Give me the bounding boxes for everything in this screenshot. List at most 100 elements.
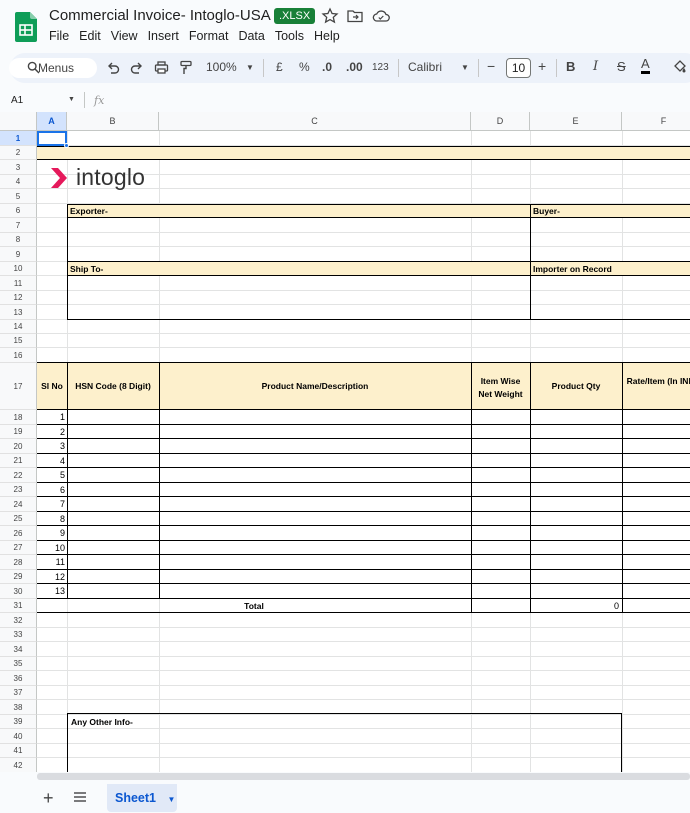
text-color-button[interactable]: A <box>641 57 650 74</box>
row-header[interactable]: 24 <box>0 497 37 512</box>
column-header-f[interactable]: F <box>622 112 690 131</box>
star-icon[interactable] <box>321 7 339 25</box>
row-header[interactable]: 9 <box>0 247 37 262</box>
font-dropdown-icon[interactable]: ▼ <box>461 63 469 72</box>
row-header[interactable]: 16 <box>0 348 37 363</box>
menu-help[interactable]: Help <box>314 29 340 43</box>
italic-button[interactable]: I <box>593 59 598 74</box>
serial-number-cell[interactable]: 5 <box>37 470 65 480</box>
row-header[interactable]: 25 <box>0 512 37 526</box>
add-sheet-button[interactable]: + <box>43 788 54 809</box>
document-title[interactable]: Commercial Invoice- Intoglo-USA <box>49 7 271 24</box>
row-header[interactable]: 6 <box>0 204 37 218</box>
fill-color-icon[interactable] <box>672 59 687 75</box>
other-info-box[interactable] <box>67 713 622 772</box>
menu-data[interactable]: Data <box>238 29 264 43</box>
row-header[interactable]: 36 <box>0 671 37 686</box>
column-header-d[interactable]: D <box>471 112 530 131</box>
serial-number-cell[interactable]: 7 <box>37 499 65 509</box>
paint-format-icon[interactable] <box>179 60 193 75</box>
row-header[interactable]: 33 <box>0 628 37 642</box>
row-header[interactable]: 34 <box>0 642 37 657</box>
serial-number-cell[interactable]: 6 <box>37 485 65 495</box>
menu-tools[interactable]: Tools <box>275 29 304 43</box>
name-box-dropdown-icon[interactable]: ▼ <box>68 96 75 103</box>
row-header[interactable]: 27 <box>0 541 37 555</box>
serial-number-cell[interactable]: 11 <box>37 557 65 567</box>
all-sheets-icon[interactable] <box>73 791 87 803</box>
move-to-folder-icon[interactable] <box>346 7 364 25</box>
menu-edit[interactable]: Edit <box>79 29 101 43</box>
select-all-corner[interactable] <box>0 112 37 131</box>
zoom-select[interactable]: 100% <box>206 60 237 74</box>
serial-number-cell[interactable]: 10 <box>37 543 65 553</box>
serial-number-cell[interactable]: 4 <box>37 456 65 466</box>
row-header[interactable]: 5 <box>0 189 37 204</box>
row-header[interactable]: 4 <box>0 175 37 189</box>
serial-number-cell[interactable]: 13 <box>37 586 65 596</box>
font-family-select[interactable]: Calibri <box>408 60 442 74</box>
decrease-font-size-button[interactable]: − <box>487 58 495 74</box>
row-header[interactable]: 35 <box>0 657 37 671</box>
menu-format[interactable]: Format <box>189 29 229 43</box>
search-menus-button[interactable]: Menus <box>9 58 97 78</box>
row-header[interactable]: 41 <box>0 744 37 758</box>
row-header[interactable]: 39 <box>0 715 37 729</box>
menu-view[interactable]: View <box>111 29 138 43</box>
row-header[interactable]: 42 <box>0 758 37 772</box>
row-header[interactable]: 40 <box>0 729 37 744</box>
undo-icon[interactable] <box>106 61 120 75</box>
fill-handle[interactable] <box>64 143 69 148</box>
column-header-a[interactable]: A <box>37 112 67 131</box>
row-header[interactable]: 13 <box>0 305 37 320</box>
print-icon[interactable] <box>154 60 169 75</box>
row-header[interactable]: 8 <box>0 233 37 247</box>
cloud-status-icon[interactable] <box>372 7 390 25</box>
serial-number-cell[interactable]: 2 <box>37 427 65 437</box>
currency-format-button[interactable]: £ <box>276 60 283 74</box>
exporter-box[interactable] <box>67 204 531 262</box>
row-header[interactable]: 38 <box>0 700 37 715</box>
row-header[interactable]: 30 <box>0 584 37 599</box>
row-header[interactable]: 3 <box>0 160 37 175</box>
total-qty-value[interactable]: 0 <box>530 601 619 611</box>
row-header[interactable]: 28 <box>0 555 37 570</box>
percent-format-button[interactable]: % <box>299 60 310 74</box>
row-header[interactable]: 32 <box>0 613 37 628</box>
serial-number-cell[interactable]: 12 <box>37 572 65 582</box>
row-header[interactable]: 2 <box>0 146 37 160</box>
row-header[interactable]: 22 <box>0 468 37 483</box>
row-header[interactable]: 15 <box>0 334 37 348</box>
row-header[interactable]: 31 <box>0 599 37 613</box>
strikethrough-button[interactable]: S <box>617 59 626 74</box>
row-header[interactable]: 21 <box>0 454 37 468</box>
serial-number-cell[interactable]: 3 <box>37 441 65 451</box>
sheet-grid[interactable]: A B C D E F 1 2 3 4 5 6 7 8 9 10 11 12 13 14 15 16 17 18 1… <box>0 112 690 772</box>
row-header[interactable]: 11 <box>0 276 37 291</box>
ship-to-box[interactable] <box>67 261 531 320</box>
column-header-e[interactable]: E <box>530 112 622 131</box>
row-header[interactable]: 23 <box>0 483 37 497</box>
sheet-tab-dropdown-icon[interactable]: ▼ <box>167 795 175 804</box>
row-header[interactable]: 12 <box>0 291 37 305</box>
row-header[interactable]: 20 <box>0 439 37 454</box>
decrease-decimal-button[interactable]: .0 <box>322 60 332 74</box>
row-header[interactable]: 29 <box>0 570 37 584</box>
serial-number-cell[interactable]: 1 <box>37 412 65 422</box>
zoom-dropdown-icon[interactable]: ▼ <box>246 63 254 72</box>
row-header[interactable]: 19 <box>0 425 37 439</box>
row-header[interactable]: 17 <box>0 363 37 410</box>
row-header[interactable]: 1 <box>0 131 37 146</box>
serial-number-cell[interactable]: 8 <box>37 514 65 524</box>
menu-file[interactable]: File <box>49 29 69 43</box>
column-header-c[interactable]: C <box>159 112 471 131</box>
column-header-b[interactable]: B <box>67 112 159 131</box>
redo-icon[interactable] <box>130 61 144 75</box>
row-header[interactable]: 14 <box>0 320 37 334</box>
sheets-logo-icon[interactable] <box>15 12 37 42</box>
row-header[interactable]: 37 <box>0 686 37 700</box>
horizontal-scrollbar[interactable] <box>37 773 690 780</box>
selected-cell-a1[interactable] <box>37 131 67 146</box>
serial-number-cell[interactable]: 9 <box>37 528 65 538</box>
name-box[interactable]: A1 <box>11 95 23 106</box>
